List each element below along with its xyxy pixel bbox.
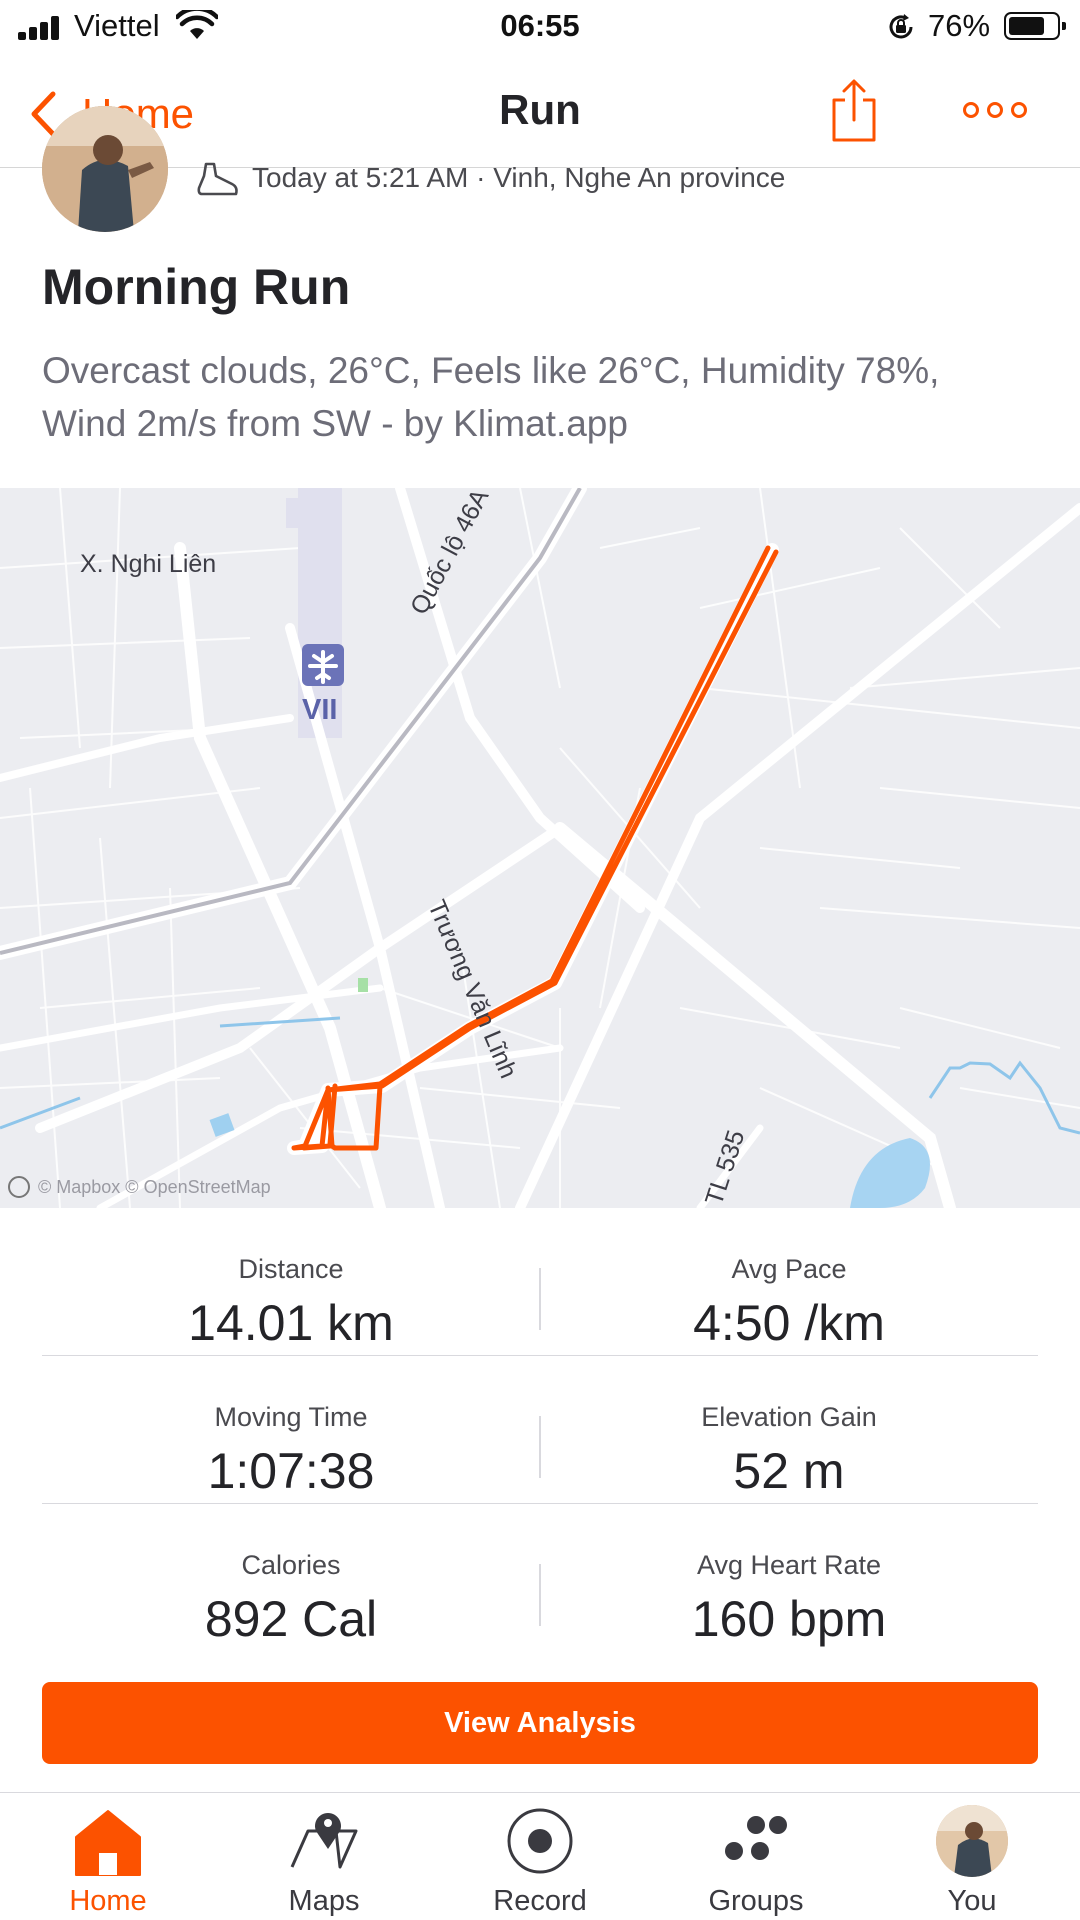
more-icon[interactable] <box>960 96 1030 124</box>
view-analysis-button[interactable]: View Analysis <box>42 1682 1038 1764</box>
chevron-left-icon <box>31 91 56 137</box>
map-label-village: X. Nghi Liên <box>80 550 217 578</box>
stat-avg-pace: Avg Pace 4:50 /km <box>540 1208 1038 1356</box>
stats-row: Distance 14.01 km Avg Pace 4:50 /km <box>42 1208 1038 1356</box>
stat-avg-heart-rate: Avg Heart Rate 160 bpm <box>540 1504 1038 1652</box>
stat-label: Elevation Gain <box>701 1402 877 1432</box>
tab-label: Record <box>493 1885 587 1917</box>
stat-moving-time: Moving Time 1:07:38 <box>42 1356 540 1504</box>
map-canvas <box>0 488 1080 1208</box>
stat-value: 14.01 km <box>188 1295 394 1351</box>
stats-row: Moving Time 1:07:38 Elevation Gain 52 m <box>42 1356 1038 1504</box>
stat-value: 1:07:38 <box>207 1443 375 1499</box>
airport-icon <box>302 644 344 686</box>
status-bar: Viettel 06:55 76% <box>0 0 1080 56</box>
groups-icon <box>725 1816 787 1860</box>
tab-maps[interactable]: Maps <box>216 1793 432 1920</box>
stat-value: 892 Cal <box>204 1591 378 1647</box>
battery-icon <box>1004 12 1066 40</box>
tab-label: Home <box>69 1885 147 1917</box>
activity-description: Overcast clouds, 26°C, Feels like 26°C, … <box>42 350 940 444</box>
activity-meta: Today at 5:21 AM · Vinh, Nghe An provinc… <box>252 162 786 193</box>
stat-distance: Distance 14.01 km <box>42 1208 540 1356</box>
stat-value: 160 bpm <box>691 1591 887 1647</box>
share-icon[interactable] <box>826 78 882 144</box>
tab-record[interactable]: Record <box>432 1793 648 1920</box>
activity-title: Morning Run <box>42 259 351 315</box>
home-icon <box>75 1810 141 1876</box>
rotation-lock-icon <box>889 14 913 39</box>
stat-calories: Calories 892 Cal <box>42 1504 540 1652</box>
record-icon <box>507 1808 573 1874</box>
run-shoe-icon <box>197 162 238 196</box>
stats-grid: Distance 14.01 km Avg Pace 4:50 /km Movi… <box>42 1208 1038 1652</box>
stat-label: Calories <box>241 1550 341 1580</box>
stat-label: Avg Heart Rate <box>696 1550 882 1580</box>
tab-label: Maps <box>288 1885 360 1917</box>
clock: 06:55 <box>500 8 580 43</box>
tab-label: You <box>947 1885 997 1917</box>
map-attribution[interactable]: © Mapbox © OpenStreetMap <box>8 1176 271 1198</box>
mapbox-logo-icon <box>8 1176 30 1198</box>
stats-row: Calories 892 Cal Avg Heart Rate 160 bpm <box>42 1504 1038 1652</box>
tab-you[interactable]: You <box>864 1793 1080 1920</box>
stat-elevation-gain: Elevation Gain 52 m <box>540 1356 1038 1504</box>
maps-icon <box>290 1813 358 1869</box>
map-label-airport-code: VII <box>302 694 338 726</box>
tab-bar: Home Maps Record Groups You <box>0 1792 1080 1920</box>
stat-value: 52 m <box>733 1443 845 1499</box>
tab-home[interactable]: Home <box>0 1793 216 1920</box>
battery-percent: 76% <box>928 8 991 43</box>
avatar <box>936 1805 1008 1877</box>
stat-value: 4:50 /km <box>693 1295 885 1351</box>
tab-groups[interactable]: Groups <box>648 1793 864 1920</box>
map-attribution-text: © Mapbox © OpenStreetMap <box>38 1176 271 1197</box>
stat-label: Moving Time <box>214 1402 368 1432</box>
tab-label: Groups <box>708 1885 804 1917</box>
route-map[interactable]: X. Nghi Liên Quốc lộ 46A VII Trương Văn … <box>0 488 1080 1208</box>
stat-label: Distance <box>238 1254 344 1284</box>
athlete-avatar[interactable] <box>42 106 168 232</box>
stat-label: Avg Pace <box>731 1254 847 1284</box>
